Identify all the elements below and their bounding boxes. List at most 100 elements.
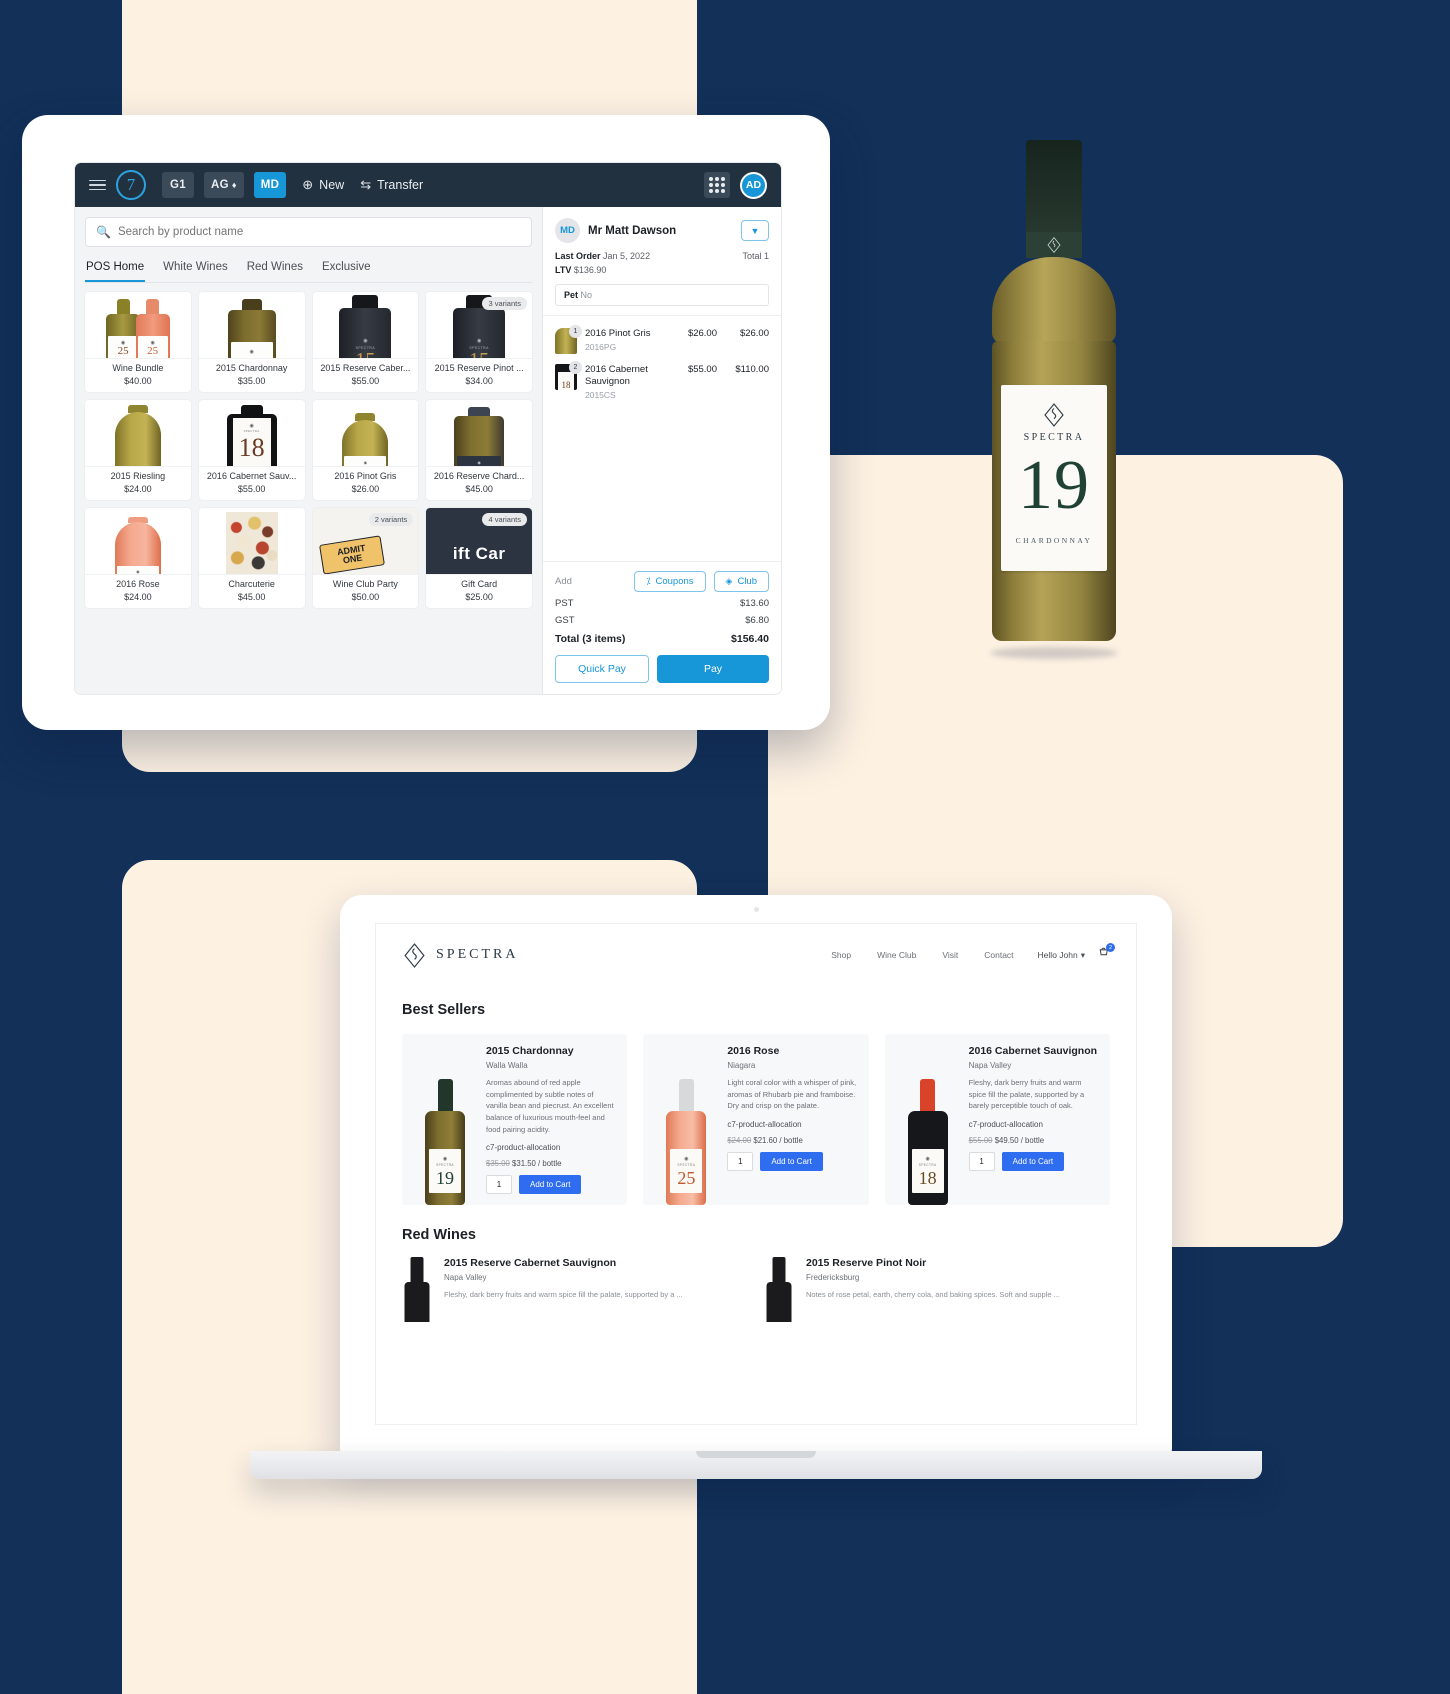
percent-icon: ⁒ — [646, 576, 651, 586]
product-sale-price: $21.60 / bottle — [753, 1135, 803, 1145]
chevron-down-icon[interactable]: ▼ — [741, 220, 769, 241]
nav-link-visit[interactable]: Visit — [942, 950, 958, 960]
new-button[interactable]: ⊕ New — [302, 177, 344, 193]
search-bar[interactable]: 🔍 — [85, 217, 532, 247]
product-region: Napa Valley — [444, 1273, 487, 1283]
product-card[interactable]: 2 variants ADMIT ONE Wine Club Party $50.… — [312, 508, 419, 608]
page-root: 7 G1 AG ♦ MD ⊕ New ⇆ Transfer AD 🔍 Searc… — [0, 0, 1450, 1694]
line-item-name: 2016 Pinot Gris — [585, 328, 651, 339]
product-buy-row: Add to Cart — [486, 1175, 615, 1195]
product-card[interactable]: ◉ 2016 Reserve Chard... $45.00 — [426, 400, 532, 500]
tab-red-wines[interactable]: Red Wines — [246, 256, 304, 282]
ltv-value: $136.90 — [573, 264, 607, 275]
product-card[interactable]: ◉ SPECTRA 25 2016 Rose Niagara Light cor… — [643, 1034, 869, 1206]
tab-chip-ag[interactable]: AG ♦ — [204, 172, 244, 198]
tab-chip-g1-label: G1 — [170, 179, 186, 191]
add-to-cart-button[interactable]: Add to Cart — [760, 1151, 823, 1171]
tab-chip-g1[interactable]: G1 — [162, 172, 194, 198]
pay-button[interactable]: Pay — [657, 655, 769, 683]
coupons-button[interactable]: ⁒ Coupons — [634, 571, 706, 592]
add-to-cart-button[interactable]: Add to Cart — [519, 1175, 582, 1195]
variant-badge: 2 variants — [368, 513, 414, 526]
quantity-input[interactable] — [968, 1151, 995, 1171]
product-image: ◉ SPECTRA 19 — [414, 1045, 476, 1206]
product-old-price: $24.00 — [727, 1135, 752, 1145]
line-item-text: 2016 Cabernet Sauvignon 2015CS — [585, 364, 669, 400]
add-to-cart-button[interactable]: Add to Cart — [1001, 1151, 1065, 1171]
app-logo-icon: 7 — [116, 170, 146, 200]
product-allocation: c7-product-allocation — [486, 1143, 561, 1153]
quantity-input[interactable] — [486, 1175, 512, 1195]
bottle-variety: CHARDONNAY — [1015, 535, 1093, 545]
coupons-label: Coupons — [655, 576, 694, 587]
gst-value: $6.80 — [745, 615, 769, 626]
product-card[interactable]: ◉ SPECTRA 18 2016 Cabernet Sauvignon Nap… — [884, 1034, 1110, 1206]
product-card[interactable]: ◉ SPECTRA 15 2015 Reserve Caber... $55.0… — [312, 292, 419, 392]
cart-pane: MD Mr Matt Dawson ▼ Total 1 Last Order J… — [542, 207, 781, 694]
bottle-capsule-band — [1026, 232, 1082, 258]
product-title: 2016 Cabernet Sauvignon — [968, 1045, 1098, 1057]
product-region: Fredericksburg — [806, 1273, 860, 1283]
product-name: 2015 Reserve Pinot ... — [434, 363, 524, 373]
tab-white-wines[interactable]: White Wines — [162, 256, 229, 282]
product-card[interactable]: ◉ 25 ◉ 25 Wine Bundle $40.00 — [85, 292, 191, 392]
product-image: ◉ — [198, 292, 305, 358]
product-image — [198, 508, 305, 574]
product-card[interactable]: ◉ SPECTRA 19 2015 Chardonnay Walla Walla… — [402, 1034, 628, 1206]
line-item-thumb: 18 2 — [555, 361, 582, 390]
product-card[interactable]: 2015 Riesling $24.00 — [85, 400, 191, 500]
bottle-label: ◉ SPECTRA 19 — [429, 1149, 461, 1194]
nav-link-shop[interactable]: Shop — [831, 950, 851, 960]
product-card[interactable]: ◉ 2016 Rose $24.00 — [85, 508, 191, 608]
product-title: 2015 Reserve Pinot Noir — [806, 1257, 927, 1270]
tab-chip-md[interactable]: MD — [253, 172, 287, 198]
product-card[interactable]: 3 variants ◉ SPECTRA 15 2015 — [426, 292, 532, 392]
list-item[interactable]: 2015 Reserve Cabernet Sauvignon Napa Val… — [402, 1257, 748, 1323]
pst-label: PST — [555, 598, 574, 609]
product-card[interactable]: ◉ 2016 Pinot Gris $26.00 — [312, 400, 419, 500]
tab-pos-home[interactable]: POS Home — [85, 256, 146, 282]
cart-line-item[interactable]: 18 2 2016 Cabernet Sauvignon 2015CS $55.… — [555, 359, 769, 405]
chevron-down-icon: ▾ — [1080, 949, 1085, 960]
account-menu[interactable]: Hello John ▾ — [1038, 950, 1085, 961]
avatar[interactable]: AD — [740, 171, 767, 199]
product-meta: 2015 Reserve Pinot ... $34.00 — [426, 358, 532, 392]
transfer-button[interactable]: ⇆ Transfer — [360, 177, 423, 193]
product-info: 2016 Rose Niagara Light coral color with… — [717, 1045, 856, 1194]
red-wines-heading: Red Wines — [402, 1227, 476, 1244]
product-card[interactable]: Charcuterie $45.00 — [198, 508, 305, 608]
search-input[interactable] — [117, 226, 521, 238]
quantity-input[interactable] — [727, 1151, 754, 1171]
best-sellers-cards: ◉ SPECTRA 19 2015 Chardonnay Walla Walla… — [402, 1034, 1110, 1206]
nav-link-wine-club[interactable]: Wine Club — [877, 950, 916, 960]
cart-line-item[interactable]: 1 2016 Pinot Gris 2016PG $26.00 $26.00 — [555, 323, 769, 359]
site-brand[interactable]: SPECTRA — [402, 942, 518, 968]
product-region: Niagara — [727, 1061, 756, 1070]
tab-exclusive[interactable]: Exclusive — [321, 256, 372, 282]
new-button-label: New — [319, 178, 345, 192]
tab-chip-ag-label: AG — [211, 179, 229, 191]
product-image: ◉ SPECTRA 18 — [198, 400, 305, 466]
product-card[interactable]: ◉ SPECTRA 18 2016 Cabernet Sauv... $55.0… — [198, 400, 305, 500]
bottle-shoulder — [992, 257, 1116, 343]
cart-icon[interactable]: 2 — [1097, 943, 1115, 964]
pet-field[interactable]: Pet No — [555, 284, 769, 306]
product-name: 2016 Cabernet Sauv... — [206, 471, 297, 481]
product-meta: 2016 Reserve Chard... $45.00 — [426, 466, 532, 500]
product-meta: 2016 Pinot Gris $26.00 — [312, 466, 419, 500]
list-item[interactable]: 2015 Reserve Pinot Noir Fredericksburg N… — [764, 1257, 1110, 1323]
product-card[interactable]: ◉ 2015 Chardonnay $35.00 — [198, 292, 305, 392]
grid-icon[interactable] — [704, 172, 730, 198]
product-price: $55.00 — [237, 484, 266, 494]
quick-pay-button[interactable]: Quick Pay — [555, 655, 649, 683]
product-name: 2015 Chardonnay — [215, 363, 288, 373]
product-image: ◉ SPECTRA 18 — [897, 1045, 959, 1206]
product-description: Fleshy, dark berry fruits and warm spice… — [968, 1078, 1085, 1111]
customer-avatar: MD — [555, 218, 580, 243]
club-button[interactable]: ◈ Club — [713, 571, 769, 592]
tab-chip-md-label: MD — [260, 179, 280, 191]
product-card[interactable]: 4 variants ift Car Gift Card $25.00 — [426, 508, 532, 608]
nav-link-contact[interactable]: Contact — [984, 950, 1013, 960]
product-name: 2015 Riesling — [110, 471, 166, 481]
hamburger-icon[interactable] — [89, 179, 106, 191]
